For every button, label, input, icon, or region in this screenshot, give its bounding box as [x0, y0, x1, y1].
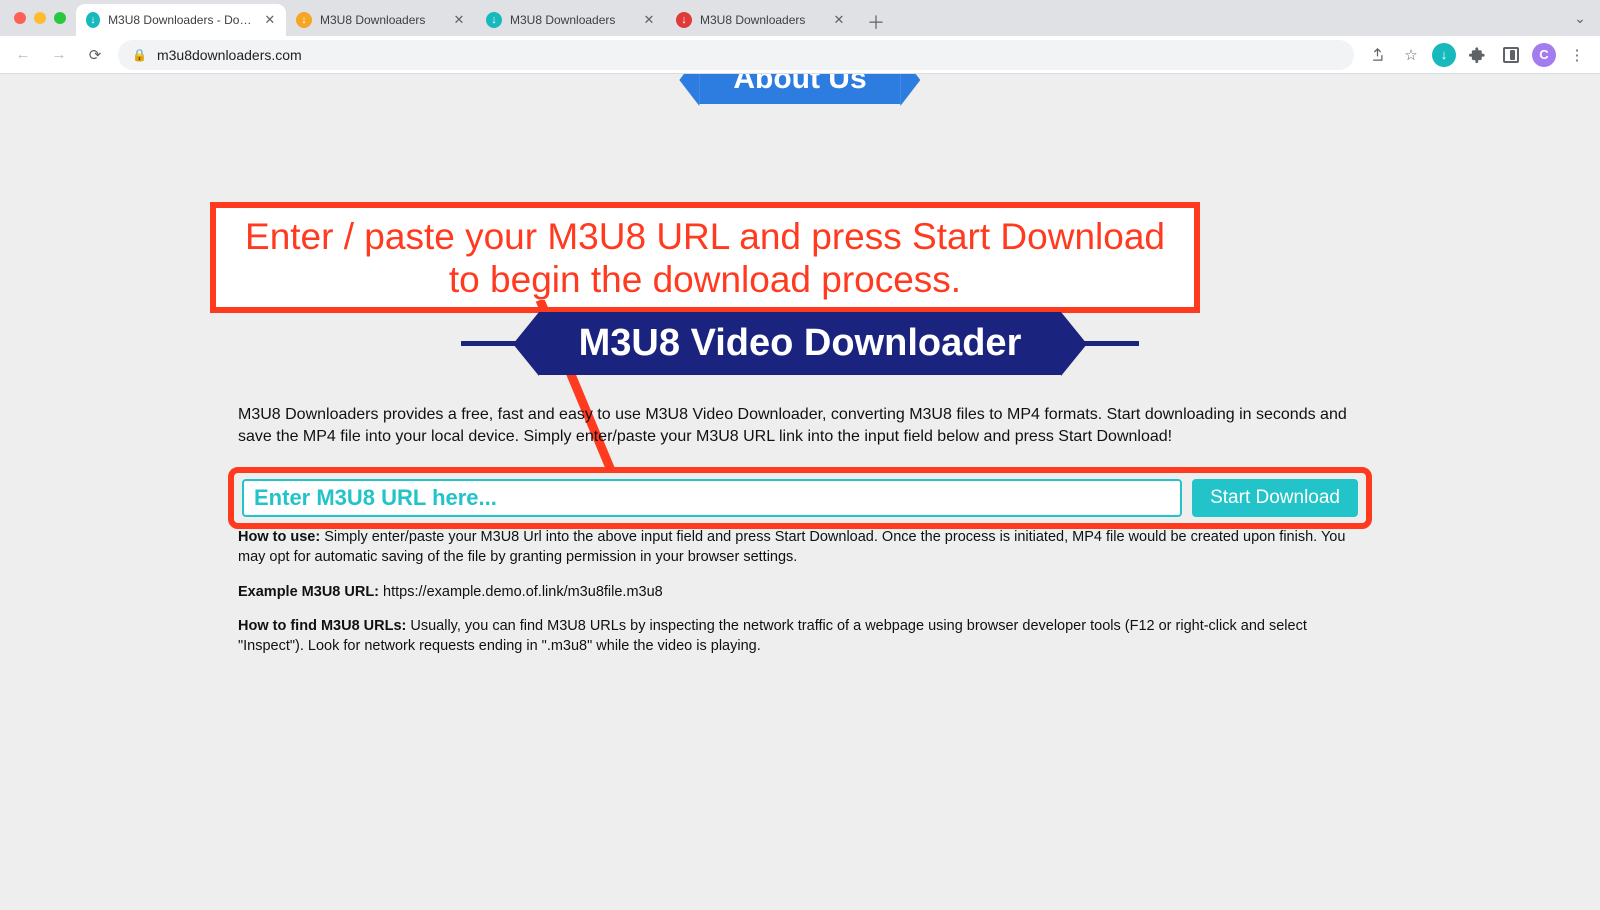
help-section: How to use: Simply enter/paste your M3U8… — [238, 527, 1362, 670]
tab-0[interactable]: ↓ M3U8 Downloaders - Downlo… ✕ — [76, 4, 286, 36]
tab-1[interactable]: ↓ M3U8 Downloaders ✕ — [286, 4, 476, 36]
m3u8-url-input[interactable] — [242, 479, 1182, 517]
example-url-label: Example M3U8 URL: — [238, 584, 379, 600]
download-icon: ↓ — [486, 12, 502, 28]
url-text: m3u8downloaders.com — [157, 47, 302, 63]
download-icon: ↓ — [296, 12, 312, 28]
page-heading-row: M3U8 Video Downloader — [210, 312, 1390, 375]
side-panel-icon[interactable] — [1498, 42, 1524, 68]
close-icon[interactable]: ✕ — [264, 13, 276, 27]
tab-2[interactable]: ↓ M3U8 Downloaders ✕ — [476, 4, 666, 36]
close-icon[interactable]: ✕ — [642, 13, 656, 27]
reload-icon[interactable]: ⟳ — [82, 42, 108, 68]
how-to-use-label: How to use: — [238, 529, 320, 545]
close-icon[interactable]: ✕ — [832, 13, 846, 27]
tab-title: M3U8 Downloaders — [510, 13, 634, 27]
how-to-find-label: How to find M3U8 URLs: — [238, 618, 406, 634]
window-close-icon[interactable] — [14, 12, 26, 24]
browser-chrome: ↓ M3U8 Downloaders - Downlo… ✕ ↓ M3U8 Do… — [0, 0, 1600, 74]
browser-toolbar: ← → ⟳ 🔒 m3u8downloaders.com ☆ ↓ C ⋮ — [0, 36, 1600, 74]
tab-title: M3U8 Downloaders - Downlo… — [108, 13, 256, 27]
tab-3[interactable]: ↓ M3U8 Downloaders ✕ — [666, 4, 856, 36]
address-bar[interactable]: 🔒 m3u8downloaders.com — [118, 40, 1354, 70]
back-icon[interactable]: ← — [10, 42, 36, 68]
extension-download-icon[interactable]: ↓ — [1432, 43, 1456, 67]
example-url-text: https://example.demo.of.link/m3u8file.m3… — [379, 584, 663, 600]
start-download-button[interactable]: Start Download — [1192, 479, 1358, 517]
close-icon[interactable]: ✕ — [452, 13, 466, 27]
bookmark-icon[interactable]: ☆ — [1398, 42, 1424, 68]
about-us-heading: About Us — [699, 74, 900, 104]
tab-overflow-icon[interactable]: ⌄ — [1570, 8, 1590, 28]
annotation-callout: Enter / paste your M3U8 URL and press St… — [210, 202, 1200, 313]
tab-title: M3U8 Downloaders — [320, 13, 444, 27]
lock-icon: 🔒 — [132, 48, 147, 62]
intro-paragraph: M3U8 Downloaders provides a free, fast a… — [238, 404, 1362, 447]
window-controls — [8, 0, 76, 36]
tab-title: M3U8 Downloaders — [700, 13, 824, 27]
forward-icon[interactable]: → — [46, 42, 72, 68]
window-minimize-icon[interactable] — [34, 12, 46, 24]
toolbar-right: ☆ ↓ C ⋮ — [1364, 42, 1590, 68]
profile-avatar[interactable]: C — [1532, 43, 1556, 67]
kebab-menu-icon[interactable]: ⋮ — [1564, 42, 1590, 68]
download-icon: ↓ — [676, 12, 692, 28]
input-highlight-box: Start Download — [228, 467, 1372, 529]
annotation-text: Enter / paste your M3U8 URL and press St… — [245, 216, 1165, 300]
tab-strip: ↓ M3U8 Downloaders - Downlo… ✕ ↓ M3U8 Do… — [0, 0, 1600, 36]
page-title: M3U8 Video Downloader — [539, 312, 1062, 375]
extensions-icon[interactable] — [1464, 42, 1490, 68]
page-body: Enter / paste your M3U8 URL and press St… — [0, 74, 1600, 910]
how-to-use-text: Simply enter/paste your M3U8 Url into th… — [238, 529, 1345, 565]
download-icon: ↓ — [86, 12, 100, 28]
window-zoom-icon[interactable] — [54, 12, 66, 24]
share-icon[interactable] — [1364, 42, 1390, 68]
new-tab-button[interactable]: ＋ — [862, 8, 890, 36]
